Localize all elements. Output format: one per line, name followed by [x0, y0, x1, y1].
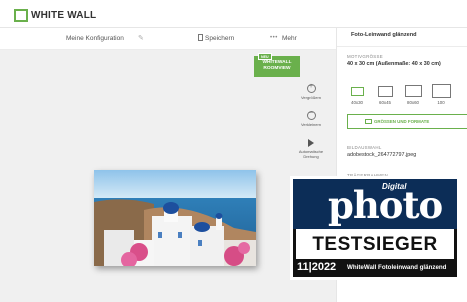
- size-frame-icon: [431, 84, 451, 98]
- size-value: 40 x 30 cm (Außenmaße: 40 x 30 cm): [347, 61, 441, 67]
- zoom-out-label: Verkleinern: [300, 122, 321, 127]
- size-frame-icon: [350, 87, 364, 96]
- more-button[interactable]: Mehr: [282, 35, 297, 42]
- testsieger-award-badge: Digital photo TESTSIEGER 11|2022 WhiteWa…: [290, 176, 460, 280]
- size-section-label: MOTIVGRÖSSE: [347, 54, 383, 59]
- badge-magazine-logo: photo: [328, 183, 443, 227]
- roomview-label-line2: ROOMVIEW: [263, 66, 291, 71]
- zoom-in-icon: [306, 83, 316, 93]
- resize-icon: [365, 119, 372, 124]
- product-title: Foto-Leinwand glänzend: [351, 32, 417, 38]
- top-bar: WHITE WALL: [0, 0, 467, 28]
- badge-product: WhiteWall Fotoleinwand glänzend: [347, 264, 447, 271]
- size-option-label: 60x45: [379, 100, 391, 105]
- badge-footer: 11|2022 WhiteWall Fotoleinwand glänzend: [293, 259, 457, 277]
- size-frame-icon: [377, 86, 393, 97]
- size-option-60x45[interactable]: 60x45: [373, 84, 397, 105]
- save-button[interactable]: Speichern: [205, 35, 234, 42]
- size-frame-icon: [404, 85, 422, 97]
- size-option-label: 100: [437, 100, 445, 105]
- badge-award-box: TESTSIEGER: [293, 229, 457, 259]
- size-option-100[interactable]: 100: [429, 84, 453, 105]
- logo-square-icon: [14, 9, 28, 22]
- size-option-40x30[interactable]: 40x30: [345, 84, 369, 105]
- size-option-80x60[interactable]: 80x60: [401, 84, 425, 105]
- santorini-photo: [94, 170, 256, 266]
- sizes-and-formats-label: GRÖSSEN UND FORMATE: [374, 119, 430, 124]
- panel-divider: [337, 46, 467, 47]
- image-filename[interactable]: adobestock_264772797.jpeg: [347, 152, 416, 158]
- autoplay-button[interactable]: Automatische Drehung: [296, 139, 326, 159]
- more-icon: •••: [270, 35, 278, 41]
- badge-award-title: TESTSIEGER: [312, 234, 438, 255]
- badge-issue: 11|2022: [297, 261, 337, 273]
- autoplay-label-line2: Drehung: [303, 154, 319, 159]
- configuration-toolbar: Meine Konfiguration ✎ Speichern ••• Mehr: [0, 28, 336, 50]
- zoom-in-button[interactable]: Vergrößern: [296, 83, 326, 100]
- image-section-label: BILDAUSWAHL: [347, 145, 382, 150]
- zoom-out-icon: [306, 110, 316, 120]
- save-icon: [198, 34, 203, 41]
- sizes-and-formats-button[interactable]: GRÖSSEN UND FORMATE: [347, 114, 467, 129]
- zoom-in-label: Vergrößern: [300, 95, 321, 100]
- pencil-icon[interactable]: ✎: [138, 34, 144, 42]
- zoom-out-button[interactable]: Verkleinern: [296, 110, 326, 127]
- whitewall-logo[interactable]: WHITE WALL: [14, 9, 96, 22]
- size-option-label: 80x60: [407, 100, 419, 105]
- new-badge: NEU: [258, 53, 272, 60]
- configuration-title: Meine Konfiguration: [66, 35, 124, 42]
- size-options: 40x30 60x45 80x60 100: [345, 84, 467, 110]
- size-option-label: 40x30: [351, 100, 363, 105]
- logo-text: WHITE WALL: [31, 10, 97, 21]
- product-preview-image[interactable]: [94, 170, 256, 266]
- play-icon: [308, 139, 314, 147]
